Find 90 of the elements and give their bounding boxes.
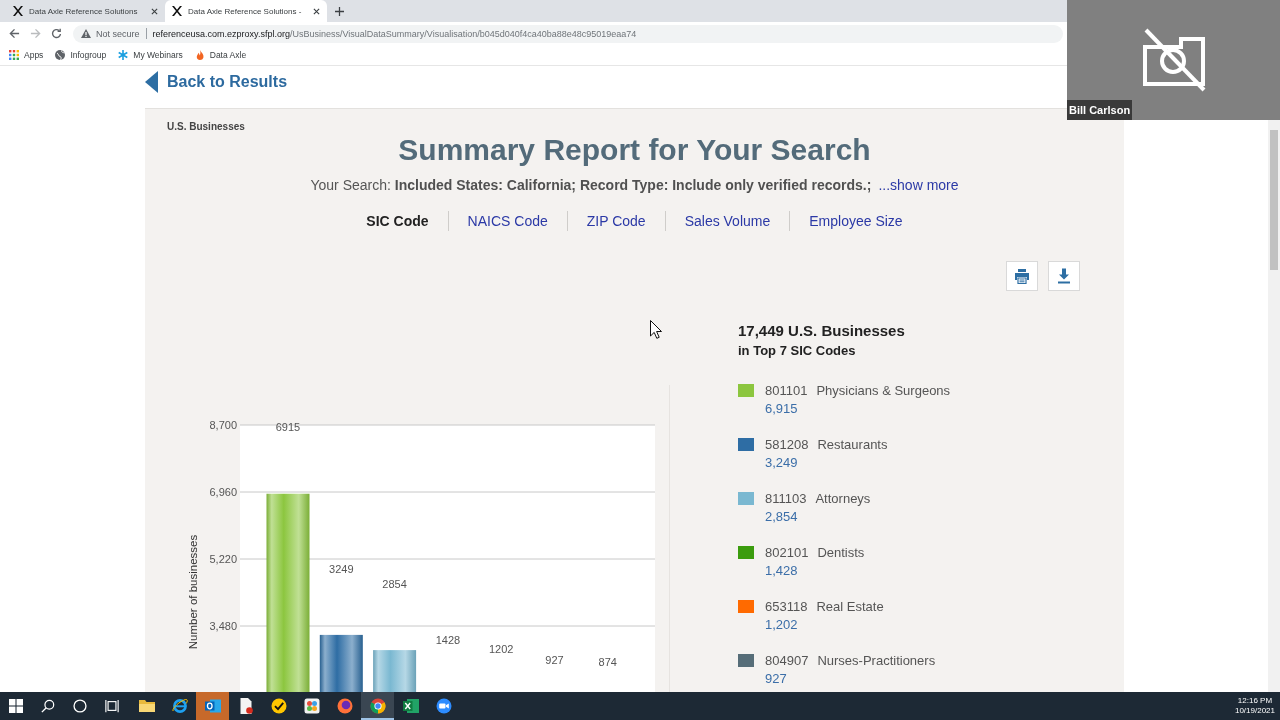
security-label: Not secure <box>96 28 140 39</box>
close-icon[interactable] <box>151 7 158 15</box>
clock-date: 10/19/2021 <box>1234 706 1275 716</box>
globe-icon <box>55 50 66 60</box>
axis-tick-label: 3,480 <box>209 620 237 632</box>
cross-logo-icon <box>172 6 182 16</box>
business-count: 927 <box>765 670 788 688</box>
sic-code: 802101 <box>765 544 809 560</box>
axis-tick-label: 6,960 <box>209 486 237 498</box>
axis-tick-label: 8,700 <box>209 419 237 431</box>
value-label: 927 <box>545 654 564 666</box>
address-bar[interactable]: Not secure referenceusa.com.ezproxy.sfpl.org/UsBusiness/VisualDataSummary/Visualisation/b045d040f4ca40ba88e48c95019eaa74 <box>73 24 1063 43</box>
cross-tile-icon <box>402 698 419 714</box>
sic-code: 801101 <box>765 382 808 398</box>
summary-total: 17,449 U.S. Businesses <box>738 321 905 341</box>
app-tile-icon <box>303 698 320 714</box>
report-tab[interactable]: Employee Size <box>790 211 922 231</box>
bookmark[interactable]: Apps <box>9 50 44 60</box>
swirl-globe-icon <box>336 698 353 714</box>
search-summary: Your Search: Included States: California; Record Type: Include only verified records.; <box>310 176 872 194</box>
folder-icon <box>138 698 155 714</box>
bookmark[interactable]: Infogroup <box>55 50 107 60</box>
section-label: U.S. Businesses <box>167 120 245 134</box>
category-name: Real Estate <box>816 598 884 614</box>
participant-name: Bill Carlson <box>1067 100 1133 120</box>
show-more-link[interactable]: ...show more <box>878 176 959 194</box>
category-name: Attorneys <box>815 490 871 506</box>
axis-title: Number of businesses <box>187 534 199 650</box>
category-name: Physicians & Surgeons <box>816 382 951 398</box>
back-triangle-icon <box>145 71 158 93</box>
sic-code: 581208 <box>765 436 809 452</box>
bookmark[interactable]: My Webinars <box>118 50 183 60</box>
close-icon[interactable] <box>313 7 320 15</box>
value-label: 1202 <box>488 643 514 655</box>
sic-code: 653118 <box>765 598 808 614</box>
clock-time: 12:16 PM <box>1237 696 1273 706</box>
cross-logo-icon <box>13 6 23 16</box>
business-count: 1,428 <box>765 562 799 580</box>
apps-grid-icon <box>9 50 19 60</box>
report-tab[interactable]: NAICS Code <box>448 211 567 231</box>
value-label: 2854 <box>382 578 407 590</box>
category-name: Restaurants <box>817 436 888 452</box>
stacked-windows-icon[interactable] <box>105 699 119 713</box>
sic-code: 804907 <box>765 652 809 668</box>
print-button[interactable] <box>1006 261 1038 291</box>
value-label: 874 <box>598 656 617 668</box>
category-name: Dentists <box>817 544 865 560</box>
four-panes-icon[interactable] <box>9 699 23 713</box>
flame-icon <box>194 50 205 60</box>
download-button[interactable] <box>1048 261 1080 291</box>
warning-icon <box>81 29 91 38</box>
back-arrow-icon[interactable] <box>9 28 20 39</box>
reload-icon[interactable] <box>51 28 62 39</box>
ring-orbit-icon <box>171 698 188 714</box>
summary-subtitle: in Top 7 SIC Codes <box>738 342 856 360</box>
report-title: Summary Report for Your Search <box>398 134 871 166</box>
circle-icon[interactable] <box>73 699 87 713</box>
scrollbar-thumb[interactable] <box>1270 130 1278 270</box>
snowflake-icon <box>118 50 129 60</box>
report-tab[interactable]: Sales Volume <box>665 211 790 231</box>
search-icon[interactable] <box>41 699 55 713</box>
mouse-pointer-icon <box>650 320 662 339</box>
scrollbar-track[interactable] <box>1268 120 1280 692</box>
segmented-circle-icon <box>369 698 386 714</box>
category-name: Nurses-Practitioners <box>817 652 936 668</box>
download-icon <box>1056 268 1072 284</box>
bar <box>373 650 417 692</box>
value-label: 1428 <box>435 634 461 646</box>
browser-tab[interactable]: Data Axle Reference Solutions <box>0 0 165 22</box>
business-count: 1,202 <box>765 616 799 634</box>
report-tab[interactable]: ZIP Code <box>567 211 665 231</box>
business-count: 3,249 <box>765 454 799 472</box>
plus-icon[interactable] <box>335 7 344 16</box>
value-label: 6915 <box>275 421 301 433</box>
bar <box>319 634 363 692</box>
report-tab[interactable]: SIC Code <box>347 211 448 231</box>
business-count: 6,915 <box>765 400 799 418</box>
video-camera-icon <box>435 698 452 714</box>
back-link[interactable]: Back to Results <box>145 71 288 93</box>
axis-tick-label: 5,220 <box>209 553 237 565</box>
mail-tile-icon <box>204 698 221 714</box>
check-circle-icon <box>270 698 287 714</box>
bookmark[interactable]: Data Axle <box>194 50 247 60</box>
sic-code: 811103 <box>765 490 807 506</box>
business-count: 2,854 <box>765 508 799 526</box>
printer-icon <box>1014 268 1030 284</box>
value-label: 3249 <box>329 563 354 575</box>
url-text: referenceusa.com.ezproxy.sfpl.org/UsBusiness/VisualDataSummary/Visualisation/b045d040f4ca40ba88e48c95019eaa74 <box>152 28 637 39</box>
camera-off-icon <box>1142 28 1206 92</box>
browser-tab[interactable]: Data Axle Reference Solutions - <box>165 0 327 22</box>
